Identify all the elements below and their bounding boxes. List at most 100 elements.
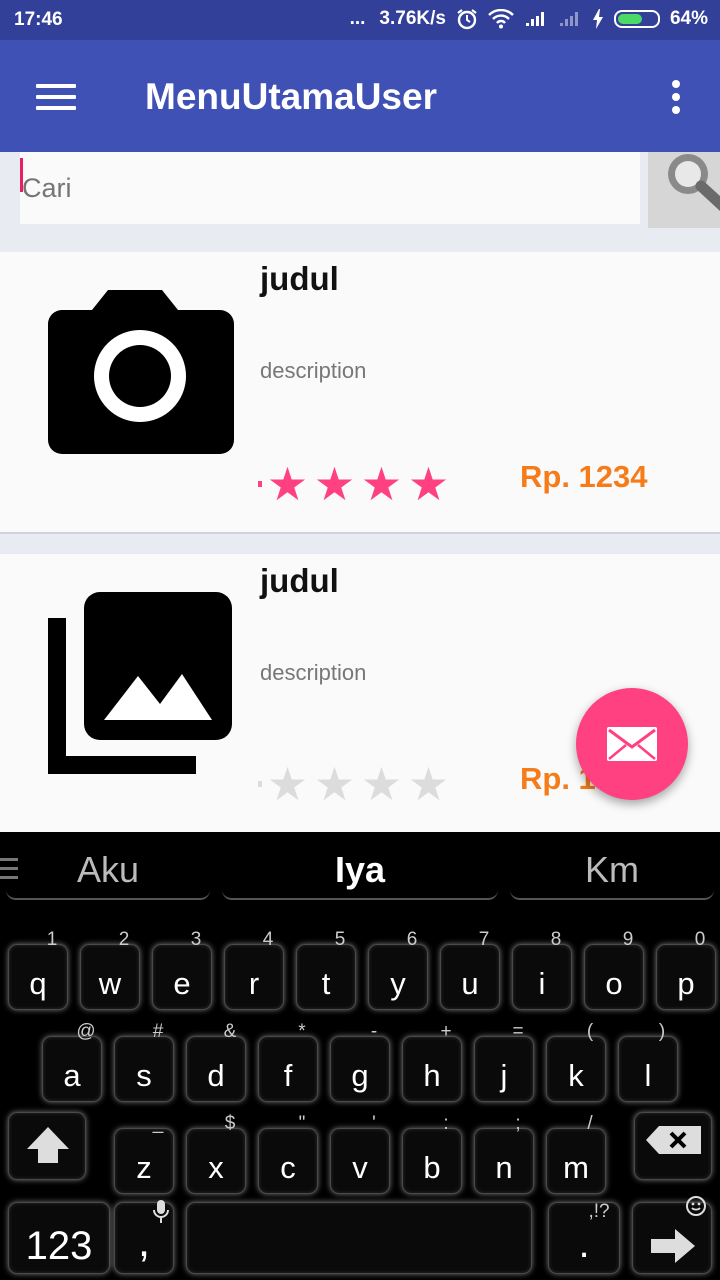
signal-icon — [559, 12, 578, 26]
key-label: k — [568, 1058, 584, 1093]
star-icon[interactable]: ★ — [264, 761, 311, 807]
key-m[interactable]: / m — [546, 1113, 606, 1194]
star-icon[interactable]: ★ — [311, 761, 358, 807]
key-x[interactable]: $ x — [186, 1113, 246, 1194]
key-sub-label: 5 — [334, 929, 346, 950]
key-sub-label: 3 — [190, 929, 202, 950]
shift-icon — [27, 1127, 69, 1163]
key-z[interactable]: _ z — [114, 1113, 174, 1194]
key-label: w — [98, 966, 122, 1001]
screen: 17:46 ... 3.76K/s 64% MenuUtamaUser Cari… — [0, 0, 720, 1280]
key-sub-label: & — [223, 1021, 237, 1042]
key-b[interactable]: :b — [402, 1113, 462, 1194]
suggestion-left[interactable]: Aku — [6, 844, 210, 900]
symbols-key[interactable]: 123 — [8, 1202, 110, 1274]
key-h[interactable]: + h — [402, 1021, 462, 1102]
key-label: s — [136, 1058, 152, 1093]
rating-bar[interactable]: ★ ★ ★ ★ — [258, 461, 452, 507]
key-label: x — [208, 1150, 224, 1185]
status-bar: 17:46 ... 3.76K/s 64% — [0, 0, 720, 40]
symbols-key-label: 123 — [25, 1224, 93, 1268]
camera-icon — [48, 290, 234, 454]
star-icon[interactable]: ★ — [405, 761, 452, 807]
key-label: y — [390, 966, 406, 1001]
alarm-icon — [457, 9, 477, 30]
backspace-key[interactable] — [634, 1112, 712, 1180]
key-v[interactable]: ' v — [330, 1113, 390, 1194]
key-a[interactable]: @ a — [42, 1021, 102, 1102]
key-label: n — [495, 1150, 513, 1185]
key-sub-label: = — [512, 1021, 524, 1042]
suggestion-right[interactable]: Km — [510, 844, 714, 900]
battery-percent: 64% — [669, 8, 708, 29]
key-g[interactable]: -g — [330, 1021, 390, 1102]
star-icon[interactable]: ★ — [264, 461, 311, 507]
status-right: ... 3.76K/s 64% — [350, 8, 708, 30]
key-u[interactable]: 7u — [440, 929, 500, 1010]
key-sub-label: ' — [372, 1113, 376, 1134]
star-icon[interactable]: ★ — [358, 761, 405, 807]
comma-key[interactable]: , — [114, 1200, 174, 1274]
key-sub-label: : — [443, 1113, 449, 1134]
app-bar: MenuUtamaUser — [0, 40, 720, 152]
key-y[interactable]: 6y — [368, 929, 428, 1010]
search-input[interactable] — [20, 152, 640, 224]
key-k[interactable]: (k — [546, 1021, 606, 1102]
enter-arrow-icon — [651, 1229, 695, 1263]
key-sub-label: 2 — [118, 929, 130, 950]
key-label: b — [423, 1150, 441, 1185]
period-key[interactable]: ,!? . — [548, 1201, 620, 1274]
on-screen-keyboard: Aku Iya Km 1 q 2 w 3 e 4 r 5 t 6 y 7 u 8 i 9 o 0 p @ a # s & d * f -… — [0, 832, 720, 1280]
space-key[interactable] — [186, 1202, 532, 1274]
key-t[interactable]: 5t — [296, 929, 356, 1010]
key-sub-label: 7 — [478, 929, 490, 950]
key-label: f — [283, 1058, 293, 1093]
key-sub-label: 4 — [262, 929, 274, 950]
star-icon[interactable]: ★ — [405, 461, 452, 507]
hamburger-menu-icon[interactable] — [36, 84, 76, 110]
key-sub-label: 8 — [550, 929, 562, 950]
microphone-icon — [153, 1200, 169, 1223]
key-label: r — [248, 966, 260, 1001]
key-n[interactable]: ; n — [474, 1113, 534, 1194]
key-sub-label: - — [370, 1021, 378, 1042]
suggestion-center[interactable]: Iya — [222, 844, 498, 900]
shift-key[interactable] — [8, 1112, 86, 1180]
key-sub-label: 1 — [46, 929, 58, 950]
key-q[interactable]: 1q — [8, 929, 68, 1010]
key-c[interactable]: " c — [258, 1113, 318, 1194]
key-w[interactable]: 2w — [80, 929, 140, 1010]
key-j[interactable]: = j — [474, 1021, 534, 1102]
list-item[interactable]: judul description ★ ★ ★ ★ Rp. 1234 — [0, 252, 720, 534]
key-sub-label: + — [440, 1021, 452, 1042]
key-l[interactable]: ) l — [618, 1021, 678, 1102]
key-sub-label: $ — [224, 1113, 236, 1134]
key-f[interactable]: * f — [258, 1021, 318, 1102]
key-label: v — [352, 1150, 368, 1185]
search-button[interactable] — [648, 152, 720, 228]
key-r[interactable]: 4r — [224, 929, 284, 1010]
battery-fill — [617, 14, 642, 24]
enter-key[interactable] — [632, 1196, 712, 1274]
key-sub-label: ( — [586, 1021, 594, 1042]
key-s[interactable]: # s — [114, 1021, 174, 1102]
star-icon[interactable]: ★ — [311, 461, 358, 507]
key-sub-label: ; — [515, 1113, 521, 1134]
item-description: description — [260, 660, 367, 685]
key-d[interactable]: & d — [186, 1021, 246, 1102]
key-o[interactable]: 9o — [584, 929, 644, 1010]
status-dots: ... — [349, 8, 366, 29]
mail-fab-button[interactable] — [576, 688, 688, 800]
overflow-menu-icon[interactable] — [669, 80, 683, 114]
key-e[interactable]: 3e — [152, 929, 212, 1010]
key-sub-label: / — [587, 1113, 593, 1134]
key-sub-label: ) — [658, 1021, 666, 1042]
key-label: u — [461, 966, 479, 1001]
key-label: d — [207, 1058, 225, 1093]
rating-bar[interactable]: ★ ★ ★ ★ — [258, 761, 452, 807]
rating-edge — [258, 481, 262, 487]
wifi-icon — [488, 9, 514, 29]
star-icon[interactable]: ★ — [358, 461, 405, 507]
key-i[interactable]: 8i — [512, 929, 572, 1010]
key-p[interactable]: 0p — [656, 929, 716, 1010]
